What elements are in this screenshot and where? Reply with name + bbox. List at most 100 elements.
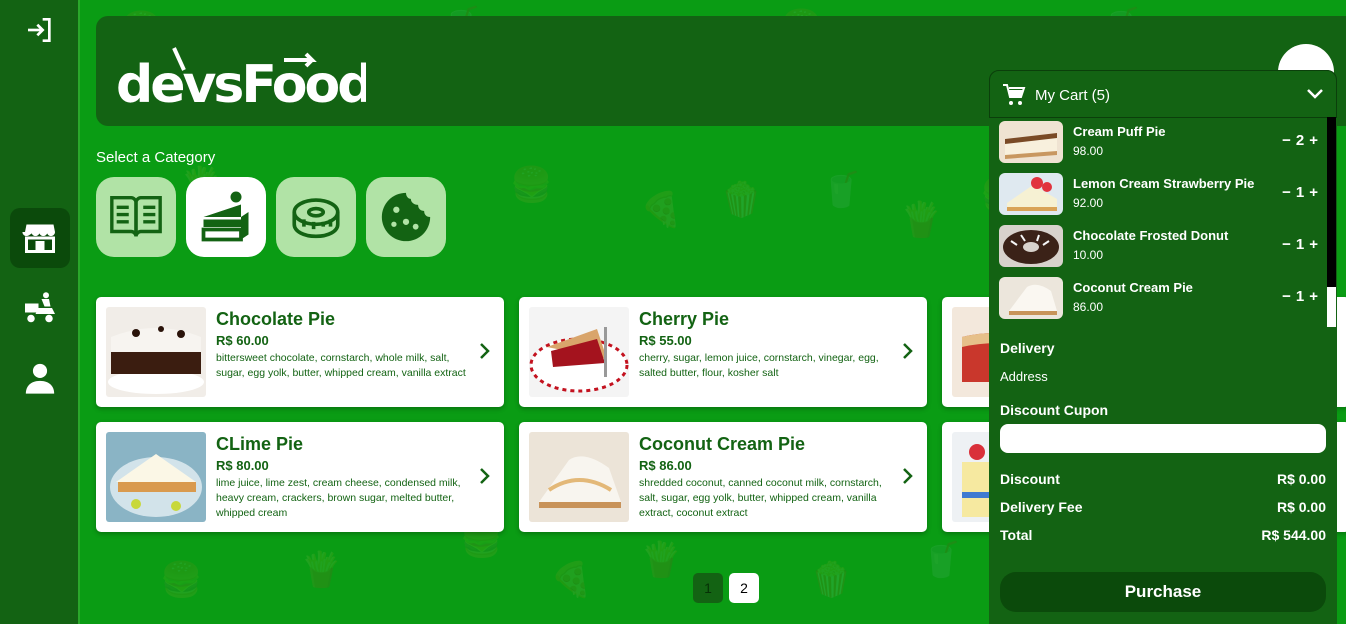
product-card[interactable]: Cherry Pie R$ 55.00 cherry, sugar, lemon…	[519, 297, 927, 407]
cart-item: Cream Puff Pie 98.00 − 2 +	[999, 121, 1324, 165]
product-ingredients: cherry, sugar, lemon juice, cornstarch, …	[639, 352, 879, 379]
cart-item-image	[999, 225, 1063, 267]
user-icon	[25, 363, 55, 394]
product-card[interactable]: Coconut Cream Pie R$ 86.00 shredded coco…	[519, 422, 927, 532]
pagination: 1 2	[693, 573, 759, 603]
product-ingredients: bittersweet chocolate, cornstarch, whole…	[216, 352, 466, 379]
store-button[interactable]	[10, 208, 70, 268]
increase-button[interactable]: +	[1309, 184, 1318, 201]
logout-icon	[28, 18, 51, 42]
menu-book-icon	[110, 195, 162, 237]
product-card[interactable]: Chocolate Pie R$ 60.00 bittersweet choco…	[96, 297, 504, 407]
cart-item-price: 86.00	[1073, 300, 1104, 314]
total-label: Total	[1000, 527, 1033, 543]
quantity-stepper: − 1 +	[1282, 184, 1318, 201]
cake-icon	[201, 191, 249, 242]
decrease-button[interactable]: −	[1282, 236, 1291, 253]
profile-button[interactable]	[10, 348, 70, 408]
category-cakes[interactable]	[186, 177, 266, 257]
cart-item-name: Coconut Cream Pie	[1073, 280, 1193, 295]
cart-item: Coconut Cream Pie 86.00 − 1 +	[999, 277, 1324, 321]
chevron-right-icon	[480, 343, 490, 359]
quantity-stepper: − 1 +	[1282, 236, 1318, 253]
decrease-button[interactable]: −	[1282, 288, 1291, 305]
cart-title: My Cart (5)	[1035, 87, 1110, 104]
cart-item-name: Lemon Cream Strawberry Pie	[1073, 176, 1255, 191]
cart-item-price: 10.00	[1073, 248, 1104, 262]
product-price: R$ 55.00	[639, 333, 692, 348]
purchase-button[interactable]: Purchase	[1000, 572, 1326, 612]
delivery-label: Delivery	[1000, 340, 1055, 356]
total-value: R$ 544.00	[1261, 527, 1326, 543]
cookie-icon	[381, 192, 431, 242]
orders-button[interactable]	[10, 278, 70, 338]
cart-item: Chocolate Frosted Donut 10.00 − 1 +	[999, 225, 1324, 269]
quantity-value: 1	[1295, 184, 1305, 201]
discount-row: Discount R$ 0.00	[1000, 471, 1326, 487]
quantity-stepper: − 2 +	[1282, 132, 1318, 149]
page-1-button[interactable]: 1	[693, 573, 723, 603]
discount-label: Discount	[1000, 471, 1060, 487]
product-price: R$ 80.00	[216, 458, 269, 473]
scroll-track	[1327, 287, 1336, 327]
cart-scrollbar[interactable]	[1327, 117, 1336, 287]
total-row: Total R$ 544.00	[1000, 527, 1326, 543]
sidebar	[0, 0, 80, 624]
increase-button[interactable]: +	[1309, 132, 1318, 149]
quantity-value: 1	[1295, 288, 1305, 305]
cart-panel: My Cart (5) Cream Puff Pie 98.00 − 2 + L…	[989, 70, 1337, 624]
cart-item-price: 92.00	[1073, 196, 1104, 210]
product-image	[529, 432, 629, 522]
cart-item-name: Cream Puff Pie	[1073, 124, 1166, 139]
chevron-right-icon	[903, 468, 913, 484]
product-ingredients: shredded coconut, canned coconut milk, c…	[639, 477, 882, 519]
chevron-right-icon	[903, 343, 913, 359]
cart-icon	[1003, 84, 1026, 105]
address-link[interactable]: Address	[1000, 369, 1048, 384]
cart-item-price: 98.00	[1073, 144, 1104, 158]
product-name: Coconut Cream Pie	[639, 434, 806, 454]
chevron-right-icon	[480, 468, 490, 484]
discount-value: R$ 0.00	[1276, 471, 1326, 487]
cart-item-name: Chocolate Frosted Donut	[1073, 228, 1229, 243]
product-image	[106, 307, 206, 397]
decrease-button[interactable]: −	[1282, 132, 1291, 149]
devsfood-logo: devsFood	[116, 40, 374, 115]
product-ingredients: lime juice, lime zest, cream cheese, con…	[216, 477, 461, 519]
increase-button[interactable]: +	[1309, 236, 1318, 253]
product-card[interactable]: CLime Pie R$ 80.00 lime juice, lime zest…	[96, 422, 504, 532]
logout-button[interactable]	[10, 0, 70, 60]
cart-item-image	[999, 121, 1063, 163]
cart-item-image	[999, 173, 1063, 215]
cart-item-image	[999, 277, 1063, 319]
delivery-fee-value: R$ 0.00	[1276, 499, 1326, 515]
delivery-fee-row: Delivery Fee R$ 0.00	[1000, 499, 1326, 515]
quantity-value: 1	[1295, 236, 1305, 253]
product-price: R$ 86.00	[639, 458, 692, 473]
category-menu[interactable]	[96, 177, 176, 257]
quantity-value: 2	[1295, 132, 1305, 149]
svg-text:devsFood: devsFood	[116, 55, 366, 110]
quantity-stepper: − 1 +	[1282, 288, 1318, 305]
cart-item: Lemon Cream Strawberry Pie 92.00 − 1 +	[999, 173, 1324, 217]
category-donuts[interactable]	[276, 177, 356, 257]
product-price: R$ 60.00	[216, 333, 269, 348]
product-name: Chocolate Pie	[216, 309, 336, 329]
increase-button[interactable]: +	[1309, 288, 1318, 305]
delivery-icon	[25, 292, 55, 323]
delivery-fee-label: Delivery Fee	[1000, 499, 1083, 515]
category-list	[96, 177, 446, 257]
product-image	[529, 307, 629, 397]
coupon-input[interactable]	[1000, 424, 1326, 453]
category-cookies[interactable]	[366, 177, 446, 257]
page-2-button[interactable]: 2	[729, 573, 759, 603]
coupon-label: Discount Cupon	[1000, 402, 1109, 418]
donut-icon	[292, 198, 340, 239]
product-name: CLime Pie	[216, 434, 304, 454]
cart-header[interactable]: My Cart (5)	[989, 70, 1337, 118]
chevron-down-icon[interactable]	[1306, 87, 1324, 101]
store-icon	[22, 224, 55, 253]
category-title: Select a Category	[96, 149, 216, 166]
decrease-button[interactable]: −	[1282, 184, 1291, 201]
product-name: Cherry Pie	[639, 309, 730, 329]
